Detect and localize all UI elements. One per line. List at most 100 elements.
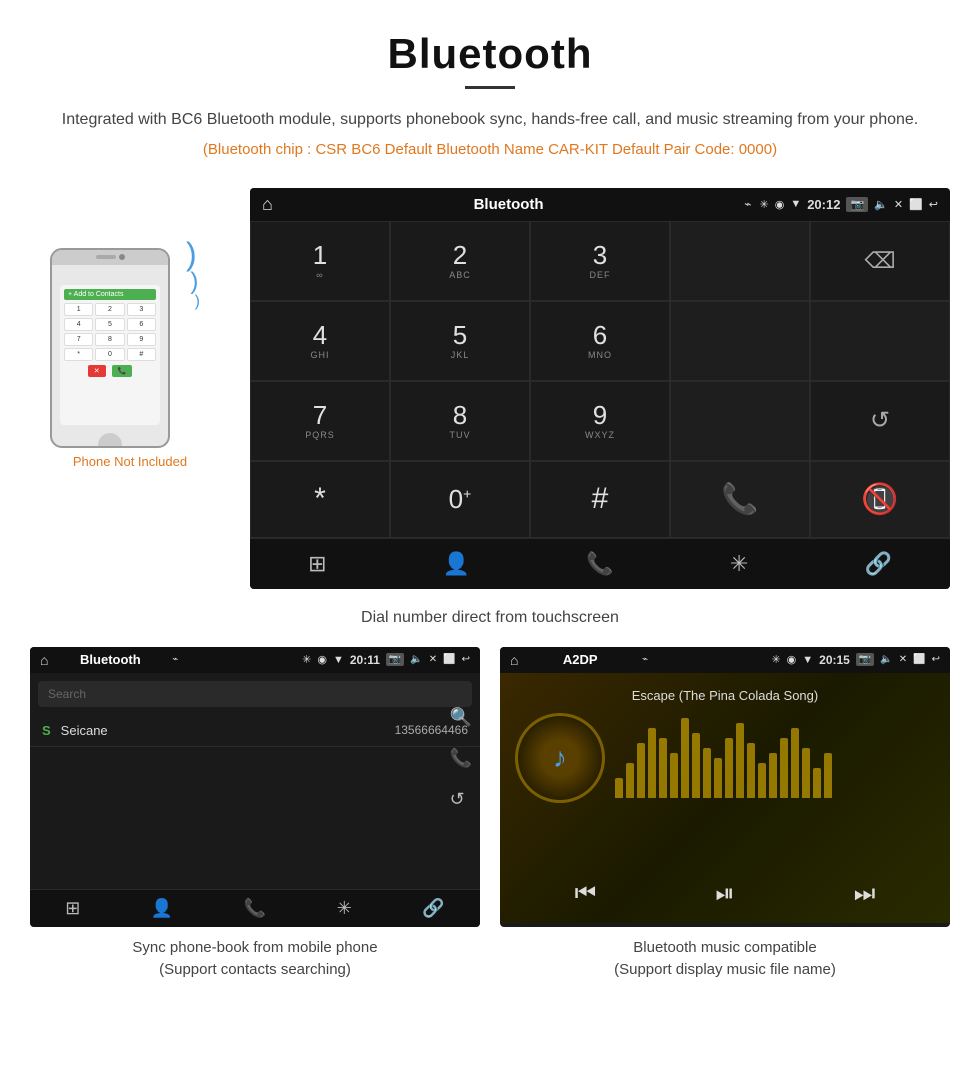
dial-key-3[interactable]: 3DEF — [530, 221, 670, 301]
toolbar-apps-icon[interactable]: ⊞ — [308, 551, 326, 577]
eq-bar — [659, 738, 667, 798]
music-cam-icon: 📷 — [856, 653, 874, 666]
phone-key-6: 6 — [127, 318, 156, 331]
phonebook-call-icon[interactable]: 📞 — [450, 748, 472, 769]
phonebook-sync-icon[interactable]: ↺ — [450, 789, 472, 810]
phonebook-search-bar[interactable]: Search — [38, 681, 472, 707]
play-pause-button[interactable]: ⏯ — [715, 880, 734, 908]
phone-camera — [119, 254, 125, 260]
music-status-bar: ⌂ A2DP ⌁ ✳ ◉ ▼ 20:15 📷 🔈 ✕ ⬜ ↩ — [500, 647, 950, 673]
dial-key-hash[interactable]: # — [530, 461, 670, 538]
dial-key-2[interactable]: 2ABC — [390, 221, 530, 301]
car-status-bar: ⌂ Bluetooth ⌁ ✳ ◉ ▼ 20:12 📷 🔈 ✕ ⬜ ↩ — [250, 188, 950, 221]
title-divider — [465, 86, 515, 89]
camera-status-icon: 📷 — [846, 197, 868, 212]
dial-key-8[interactable]: 8TUV — [390, 381, 530, 461]
music-controls: ⏮ ⏯ ⏭ — [515, 870, 935, 908]
music-caption: Bluetooth music compatible(Support displ… — [614, 937, 836, 982]
page-header: Bluetooth Integrated with BC6 Bluetooth … — [0, 0, 980, 188]
dial-key-4[interactable]: 4GHI — [250, 301, 390, 381]
volume-status-icon: 🔈 — [874, 198, 888, 211]
phonebook-tb-call-icon[interactable]: 📞 — [244, 898, 266, 919]
phonebook-tb-contacts-icon[interactable]: 👤 — [151, 898, 173, 919]
phonebook-tb-apps-icon[interactable]: ⊞ — [65, 898, 80, 919]
dial-key-6[interactable]: 6MNO — [530, 301, 670, 381]
dial-call-button[interactable]: 📞 — [670, 461, 810, 538]
signal-arc-3: ) — [195, 294, 200, 310]
phone-illustration: ) ) ) ᛒ + Add to Contacts 1 2 3 — [50, 228, 210, 448]
page-title: Bluetooth — [60, 30, 920, 78]
toolbar-link-icon[interactable]: 🔗 — [864, 551, 891, 577]
close-status-icon[interactable]: ✕ — [894, 198, 903, 211]
music-loc-icon: ◉ — [787, 653, 797, 666]
eq-bar — [626, 763, 634, 798]
phone-dialpad: 1 2 3 4 5 6 7 8 9 * 0 # — [64, 303, 156, 361]
phone-key-9: 9 — [127, 333, 156, 346]
phone-key-star: * — [64, 348, 93, 361]
next-track-button[interactable]: ⏭ — [854, 880, 876, 908]
music-close-icon[interactable]: ✕ — [899, 654, 907, 665]
phone-key-0: 0 — [95, 348, 124, 361]
music-home-icon[interactable]: ⌂ — [510, 652, 518, 668]
music-sig-icon: ▼ — [802, 654, 813, 666]
eq-bar — [615, 778, 623, 798]
eq-bar — [791, 728, 799, 798]
music-win-icon: ⬜ — [913, 654, 925, 665]
toolbar-call-icon[interactable]: 📞 — [586, 551, 613, 577]
phone-not-included-label: Phone Not Included — [73, 454, 187, 469]
dial-refresh[interactable]: ↺ — [810, 381, 950, 461]
phonebook-tb-link-icon[interactable]: 🔗 — [422, 898, 444, 919]
signal-status-icon: ▼ — [790, 198, 801, 210]
toolbar-bluetooth-icon[interactable]: ✳ — [730, 551, 748, 577]
dial-key-7[interactable]: 7PQRS — [250, 381, 390, 461]
phonebook-usb-icon: ⌁ — [172, 654, 178, 665]
phone-key-4: 4 — [64, 318, 93, 331]
phone-key-1: 1 — [64, 303, 93, 316]
bt-status-icon: ✳ — [759, 198, 768, 211]
music-back-icon[interactable]: ↩ — [932, 654, 940, 665]
phonebook-loc-icon: ◉ — [317, 653, 327, 666]
phonebook-close-icon[interactable]: ✕ — [429, 654, 437, 665]
eq-bar — [714, 758, 722, 798]
dial-key-5[interactable]: 5JKL — [390, 301, 530, 381]
phone-speaker — [96, 255, 116, 259]
dial-key-1[interactable]: 1∞ — [250, 221, 390, 301]
music-body: Escape (The Pina Colada Song) ♪ ⏮ ⏯ ⏭ — [500, 673, 950, 923]
eq-bar — [681, 718, 689, 798]
dial-key-9[interactable]: 9WXYZ — [530, 381, 670, 461]
home-icon[interactable]: ⌂ — [262, 194, 273, 215]
music-screen: ⌂ A2DP ⌁ ✳ ◉ ▼ 20:15 📷 🔈 ✕ ⬜ ↩ Escape (T… — [500, 647, 950, 927]
phonebook-search-icon[interactable]: 🔍 — [450, 707, 472, 728]
dial-key-star[interactable]: * — [250, 461, 390, 538]
dial-end-button[interactable]: 📵 — [810, 461, 950, 538]
prev-track-button[interactable]: ⏮ — [575, 880, 597, 908]
phone-key-3: 3 — [127, 303, 156, 316]
phonebook-tb-bt-icon[interactable]: ✳ — [337, 898, 352, 919]
eq-bar — [736, 723, 744, 798]
main-caption: Dial number direct from touchscreen — [0, 599, 980, 647]
signal-arc-1: ) — [183, 238, 200, 270]
eq-bar — [769, 753, 777, 798]
dial-backspace[interactable]: ⌫ — [810, 221, 950, 301]
dial-key-0[interactable]: 0+ — [390, 461, 530, 538]
phonebook-item: ⌂ Bluetooth ⌁ ✳ ◉ ▼ 20:11 📷 🔈 ✕ ⬜ ↩ Sear… — [30, 647, 480, 982]
back-status-icon[interactable]: ↩ — [929, 198, 938, 211]
eq-bar — [725, 738, 733, 798]
phonebook-cam-icon: 📷 — [386, 653, 404, 666]
phonebook-home-icon[interactable]: ⌂ — [40, 652, 48, 668]
phonebook-toolbar: ⊞ 👤 📞 ✳ 🔗 — [30, 889, 480, 927]
window-status-icon: ⬜ — [909, 198, 923, 211]
contact-item-seicane[interactable]: S Seicane 13566664466 — [30, 715, 480, 747]
eq-bar — [780, 738, 788, 798]
toolbar-contacts-icon[interactable]: 👤 — [443, 551, 470, 577]
contact-letter-s: S — [42, 723, 51, 738]
music-time: 20:15 — [819, 653, 850, 667]
signal-waves: ) ) ) — [183, 238, 200, 310]
music-area: ♪ — [515, 713, 935, 803]
phonebook-sig-icon: ▼ — [333, 654, 344, 666]
eq-bar — [692, 733, 700, 798]
phonebook-back-icon[interactable]: ↩ — [462, 654, 470, 665]
music-vol-icon: 🔈 — [880, 654, 892, 665]
phone-contacts-header: + Add to Contacts — [64, 289, 156, 300]
signal-arc-2: ) — [189, 270, 200, 294]
